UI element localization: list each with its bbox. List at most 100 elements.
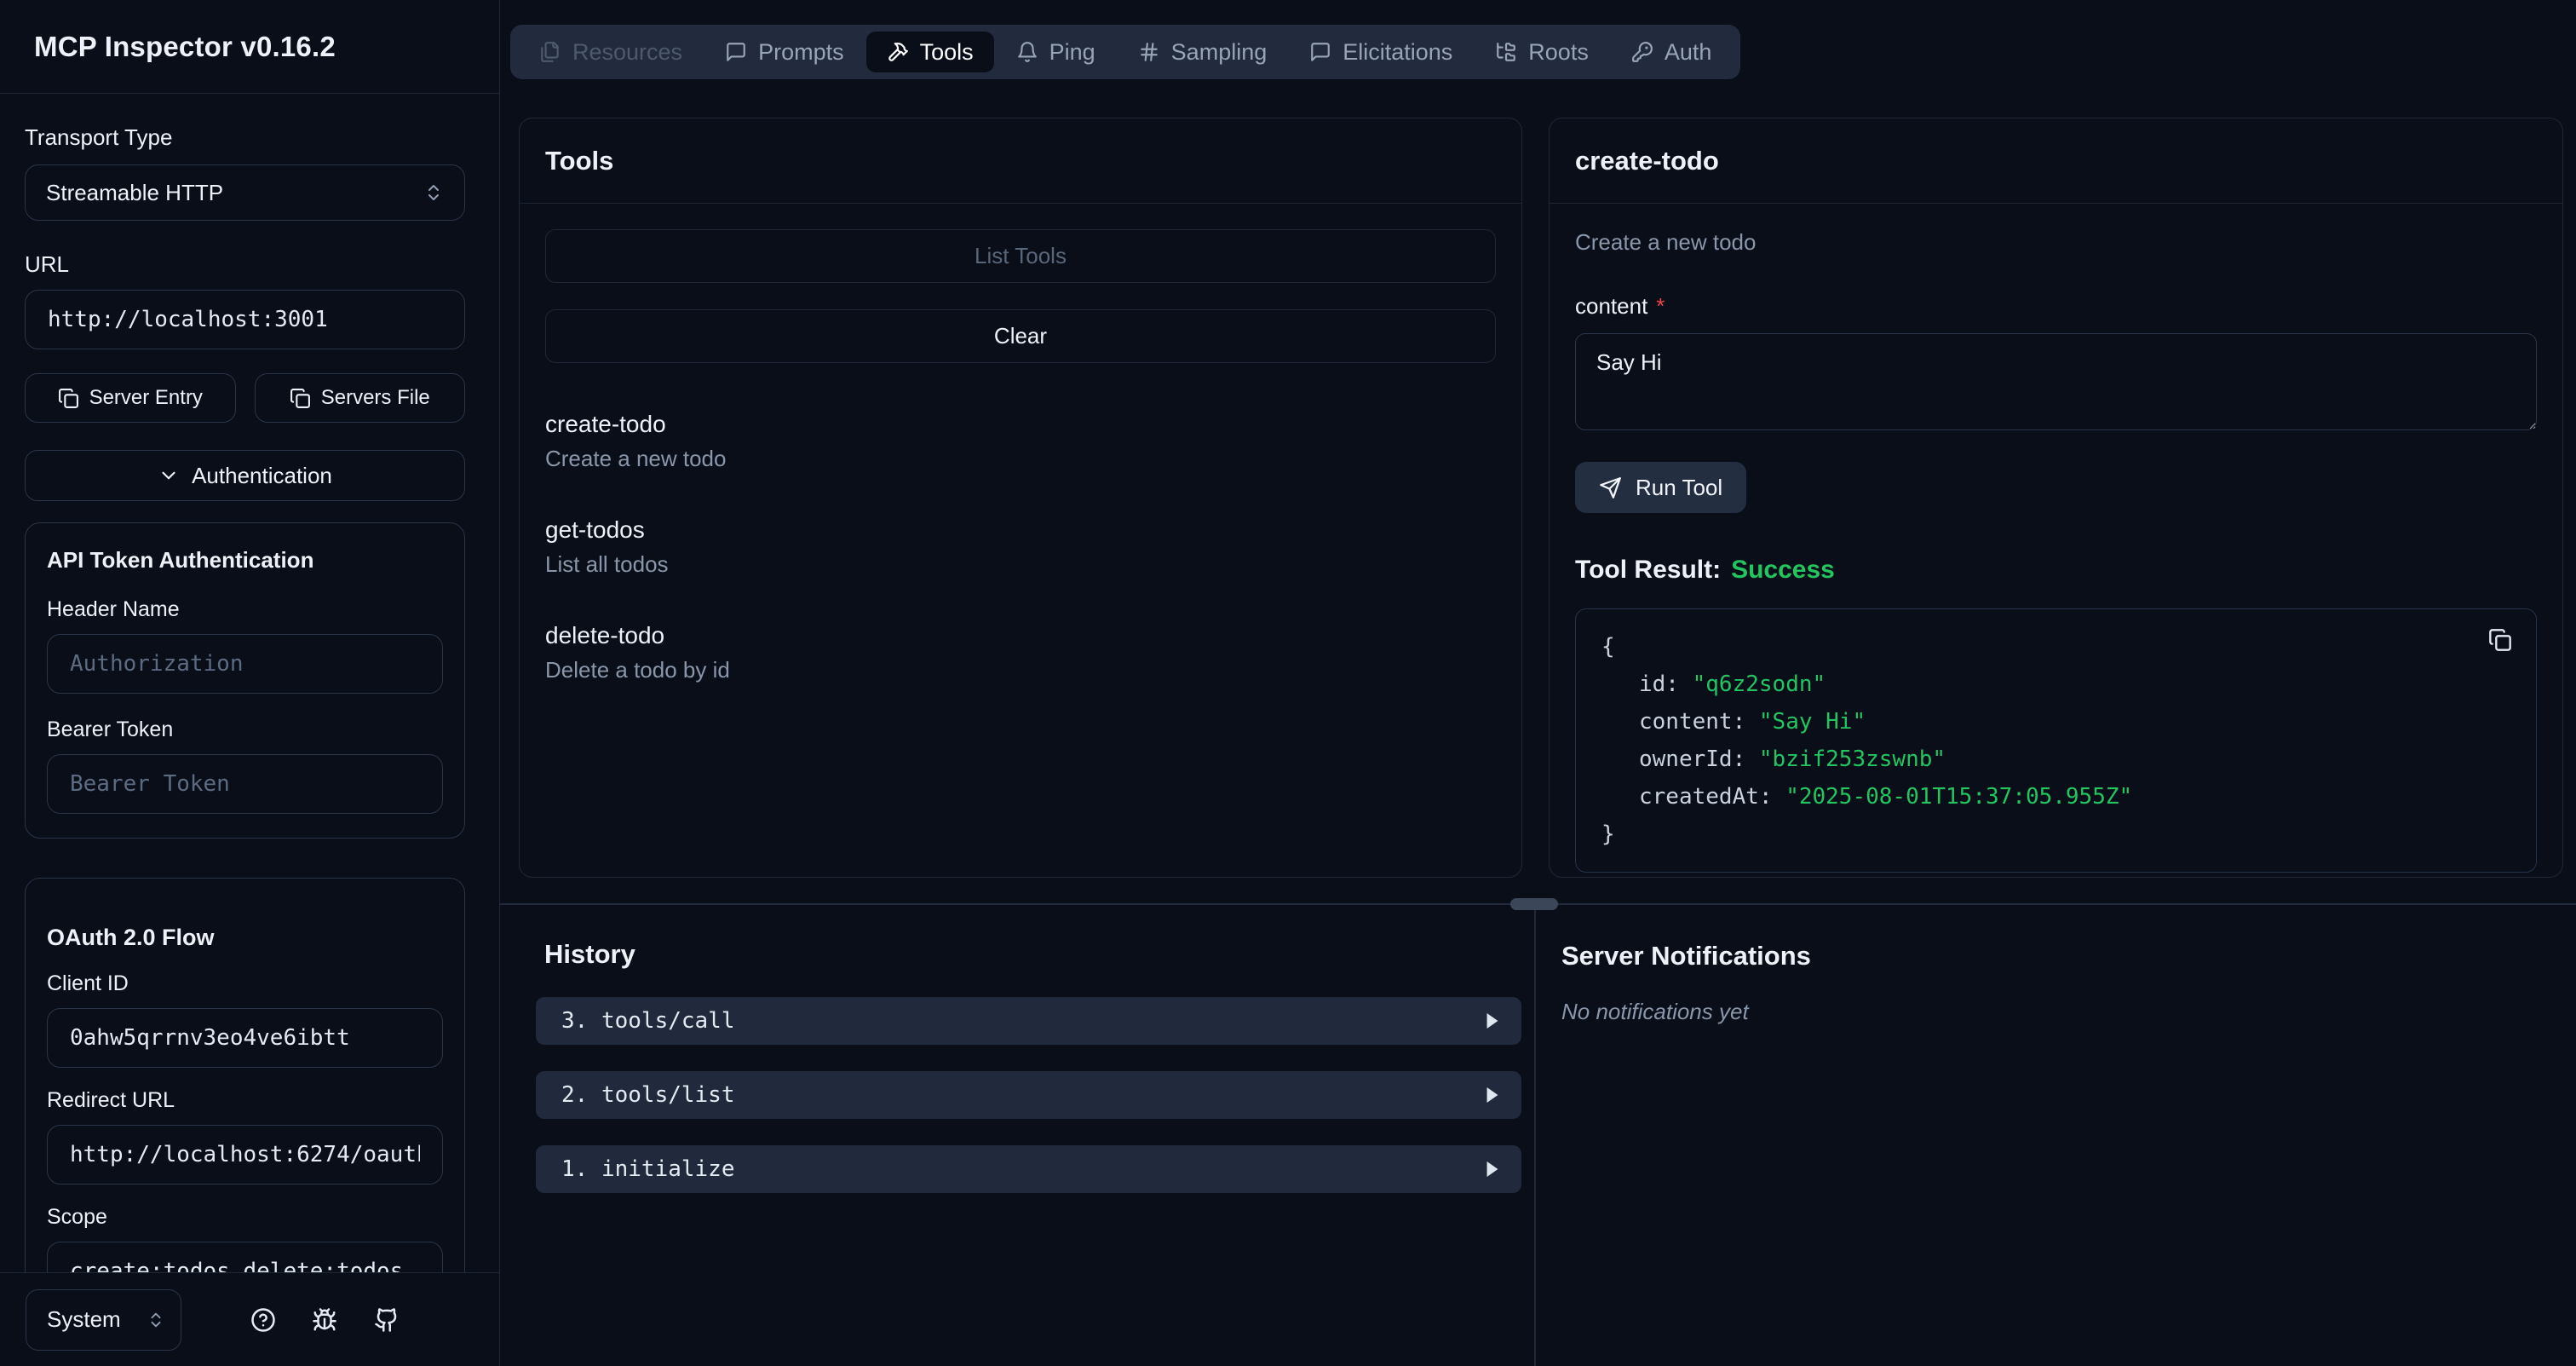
tab-elicitations[interactable]: Elicitations: [1289, 32, 1473, 72]
history-item-label: 2. tools/list: [561, 1082, 735, 1108]
transport-type-label: Transport Type: [25, 124, 465, 151]
tab-auth[interactable]: Auth: [1611, 32, 1733, 72]
history-item-label: 3. tools/call: [561, 1008, 735, 1034]
json-key: ownerId:: [1639, 746, 1759, 772]
json-entry: createdAt: "2025-08-01T15:37:05.955Z": [1601, 778, 2510, 816]
history-title: History: [544, 939, 1534, 970]
tab-label: Ping: [1049, 39, 1095, 66]
help-circle-icon: [250, 1307, 276, 1333]
tool-detail-title: create-todo: [1550, 118, 2562, 204]
expand-arrow-icon: [1486, 1013, 1499, 1029]
json-key: createdAt:: [1639, 784, 1785, 810]
clear-button[interactable]: Clear: [545, 309, 1496, 363]
chevrons-up-down-icon: [423, 182, 444, 203]
horizontal-split-divider: [500, 903, 2576, 905]
transport-type-value: Streamable HTTP: [46, 180, 223, 206]
debug-button[interactable]: [312, 1307, 337, 1333]
sidebar-footer: System: [0, 1272, 499, 1366]
tool-result-row: Tool Result: Success: [1575, 556, 2537, 585]
content-field-row: content *: [1575, 293, 2537, 320]
app-title: MCP Inspector v0.16.2: [34, 31, 336, 63]
tool-description: Delete a todo by id: [545, 657, 1496, 683]
redirect-url-input[interactable]: [70, 1142, 420, 1167]
json-close-brace: }: [1601, 816, 2510, 853]
files-icon: [539, 41, 561, 63]
servers-file-button[interactable]: Servers File: [255, 373, 466, 423]
tools-panel-body: List Tools Clear create-todo Create a ne…: [520, 204, 1521, 877]
bottom-panes: History 3. tools/call 2. tools/list: [500, 905, 2576, 1366]
url-input-wrap: [25, 290, 465, 349]
tab-ping[interactable]: Ping: [996, 32, 1116, 72]
tab-prompts[interactable]: Prompts: [704, 32, 865, 72]
footer-icons: [181, 1307, 451, 1333]
github-icon: [374, 1307, 400, 1333]
tools-panel-title: Tools: [520, 118, 1521, 204]
client-id-input[interactable]: [70, 1025, 420, 1051]
copy-icon: [58, 388, 79, 409]
history-item[interactable]: 1. initialize: [536, 1145, 1521, 1193]
header-name-input[interactable]: [70, 651, 420, 677]
copy-icon: [2488, 628, 2512, 652]
tool-name: delete-todo: [545, 622, 1496, 649]
bearer-token-input[interactable]: [70, 771, 420, 797]
json-entry: content: "Say Hi": [1601, 703, 2510, 741]
history-item[interactable]: 2. tools/list: [536, 1071, 1521, 1119]
redirect-url-input-wrap: [47, 1125, 443, 1184]
message-square-icon: [1309, 41, 1331, 63]
run-tool-button[interactable]: Run Tool: [1575, 462, 1746, 513]
history-item[interactable]: 3. tools/call: [536, 997, 1521, 1045]
history-list: 3. tools/call 2. tools/list 1. initializ…: [536, 997, 1521, 1193]
sidebar-scroll-area[interactable]: Transport Type Streamable HTTP URL Serve…: [0, 94, 499, 1272]
theme-select[interactable]: System: [26, 1289, 181, 1351]
tab-roots[interactable]: Roots: [1475, 32, 1609, 72]
tool-detail-description: Create a new todo: [1575, 229, 2537, 256]
github-button[interactable]: [374, 1307, 400, 1333]
json-open-brace: {: [1601, 628, 2510, 666]
tool-name: get-todos: [545, 516, 1496, 544]
message-square-icon: [725, 41, 747, 63]
transport-type-select[interactable]: Streamable HTTP: [25, 164, 465, 221]
sidebar: MCP Inspector v0.16.2 Transport Type Str…: [0, 0, 500, 1366]
tab-label: Auth: [1665, 39, 1712, 66]
client-id-label: Client ID: [47, 971, 443, 996]
expand-arrow-icon: [1486, 1087, 1499, 1103]
url-input[interactable]: [48, 307, 442, 332]
content-field-input[interactable]: Say Hi: [1575, 333, 2537, 430]
server-entry-label: Server Entry: [89, 386, 203, 410]
tab-label: Elicitations: [1343, 39, 1452, 66]
history-panel: History 3. tools/call 2. tools/list: [500, 905, 1534, 1366]
tab-resources[interactable]: Resources: [519, 32, 703, 72]
tool-name: create-todo: [545, 411, 1496, 438]
tab-label: Resources: [572, 39, 682, 66]
json-entry: id: "q6z2sodn": [1601, 666, 2510, 703]
help-button[interactable]: [250, 1307, 276, 1333]
tab-label: Prompts: [758, 39, 844, 66]
folder-tree-icon: [1495, 41, 1517, 63]
copy-result-button[interactable]: [2488, 628, 2512, 652]
tab-sampling[interactable]: Sampling: [1118, 32, 1288, 72]
key-icon: [1631, 41, 1653, 63]
server-entry-button[interactable]: Server Entry: [25, 373, 236, 423]
run-tool-label: Run Tool: [1636, 475, 1722, 501]
authentication-toggle[interactable]: Authentication: [25, 450, 465, 501]
main-area: Resources Prompts Tools: [500, 0, 2576, 1366]
content-field-label: content: [1575, 293, 1647, 320]
scope-input-wrap: [47, 1242, 443, 1272]
tab-tools[interactable]: Tools: [866, 32, 994, 72]
json-value: "bzif253zswnb": [1759, 746, 1946, 772]
content-panes: Tools List Tools Clear create-todo Creat…: [500, 79, 2576, 903]
copy-buttons-row: Server Entry Servers File: [25, 373, 465, 423]
tab-label: Tools: [920, 39, 974, 66]
scope-input[interactable]: [70, 1259, 420, 1272]
hammer-icon: [887, 41, 909, 63]
list-tools-button[interactable]: List Tools: [545, 229, 1496, 283]
json-value: "2025-08-01T15:37:05.955Z": [1785, 784, 2132, 810]
tool-list-item[interactable]: get-todos List all todos: [545, 516, 1496, 578]
tool-list-item[interactable]: create-todo Create a new todo: [545, 411, 1496, 472]
result-json-block: { id: "q6z2sodn" content: "Say Hi" owner…: [1575, 608, 2537, 873]
oauth-title: OAuth 2.0 Flow: [47, 925, 443, 951]
tool-list-item[interactable]: delete-todo Delete a todo by id: [545, 622, 1496, 683]
split-drag-handle[interactable]: [1510, 898, 1558, 910]
bearer-token-label: Bearer Token: [47, 718, 443, 742]
header-name-input-wrap: [47, 634, 443, 694]
